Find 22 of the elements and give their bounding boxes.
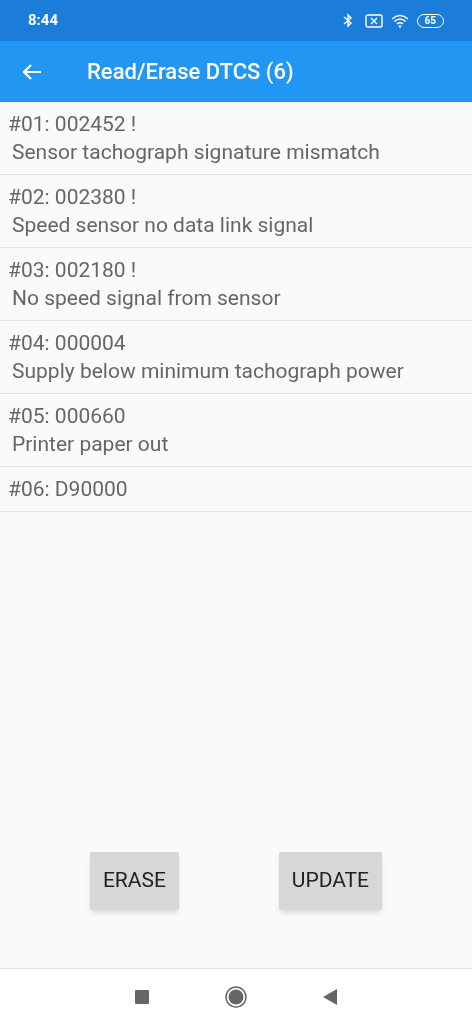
back-arrow-icon[interactable] <box>22 62 42 81</box>
erase-button[interactable]: ERASE <box>89 852 179 910</box>
sim-icon <box>364 13 383 28</box>
update-button[interactable]: UPDATE <box>278 852 383 910</box>
status-time: 8:44 <box>28 10 59 32</box>
back-icon[interactable] <box>323 988 337 1005</box>
wifi-icon <box>390 13 409 28</box>
dtc-code: #02: 002380 ! <box>8 184 138 211</box>
dtc-code: #04: 000004 <box>8 330 127 357</box>
recents-icon[interactable] <box>135 989 149 1004</box>
dtc-code: #06: D90000 <box>8 476 129 503</box>
dtc-code: #05: 000660 <box>8 403 127 430</box>
dtc-description: No speed signal from sensor <box>11 285 282 312</box>
dtc-description: Printer paper out <box>11 431 170 458</box>
dtc-code: #01: 002452 ! <box>8 111 138 138</box>
screen-title: Read/Erase DTCS (6) <box>87 58 294 86</box>
bluetooth-icon <box>342 13 353 28</box>
dtc-description: Sensor tachograph signature mismatch <box>11 139 381 166</box>
dtc-description: Supply below minimum tachograph power <box>11 358 405 385</box>
dtc-description: Speed sensor no data link signal <box>11 212 315 239</box>
home-icon[interactable] <box>225 985 247 1008</box>
dtc-code: #03: 002180 ! <box>8 257 138 284</box>
